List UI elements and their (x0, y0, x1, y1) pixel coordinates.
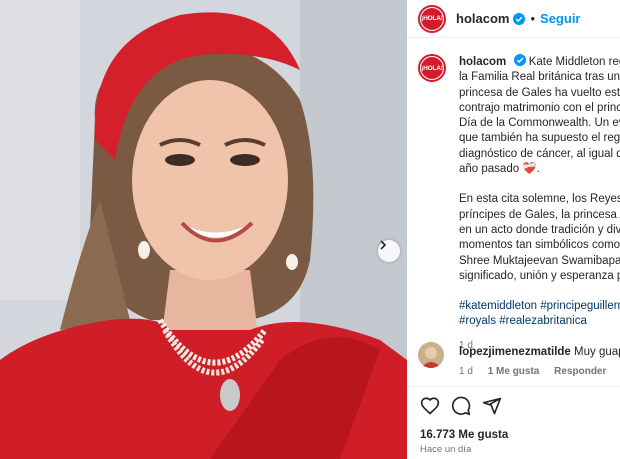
comment-icon[interactable] (451, 396, 471, 416)
avatar-logo-text: ¡HOLA! (421, 7, 443, 30)
author-username[interactable]: holacom (456, 11, 509, 26)
comment-meta: 1 d 1 Me gusta Responder (459, 366, 618, 377)
reply-button[interactable]: Responder (554, 366, 606, 377)
caption-line: En esta cita solemne, los Reyes ha (459, 193, 620, 206)
commenter-avatar[interactable] (418, 342, 444, 368)
author-avatar[interactable]: ¡HOLA! (418, 4, 446, 33)
verified-badge-icon (513, 54, 526, 66)
caption-line: Shree Muktajeevan Swamibapa P (459, 254, 620, 267)
caption-username[interactable]: holacom (459, 56, 506, 68)
caption-line: príncipes de Gales, la princesa An (459, 208, 620, 221)
caption-line: princesa de Gales ha vuelto este l (459, 86, 620, 99)
likes-count[interactable]: 16.773 Me gusta (420, 429, 508, 441)
comment-body: lopezjimenezmatilde Muy guapa (459, 346, 620, 358)
verified-badge-icon (513, 12, 526, 25)
post-time: Hace un día (420, 444, 472, 455)
caption-line: contrajo matrimonio con el princi (459, 101, 620, 114)
caption-line: que también ha supuesto el regre (459, 132, 620, 145)
caption-line: en un acto donde tradición y dive (459, 223, 620, 236)
hashtags[interactable]: #katemiddleton #principeguillerm #royals… (459, 299, 620, 330)
caption-text: holacom Kate Middleton regre la Familia … (459, 54, 620, 353)
caption-line: año pasado ❤️‍🩹. (459, 163, 540, 176)
share-icon[interactable] (482, 396, 502, 416)
post-photo (0, 0, 407, 459)
hashtag-line[interactable]: #katemiddleton #principeguillerm (459, 299, 620, 314)
chevron-right-icon (380, 240, 387, 250)
commenter-username[interactable]: lopezjimenezmatilde (459, 346, 571, 358)
caption-line: significado, unión y esperanza pa (459, 269, 620, 282)
comment-time: 1 d (459, 366, 473, 377)
heart-icon[interactable] (420, 396, 440, 416)
action-bar (407, 386, 620, 422)
comment-likes[interactable]: 1 Me gusta (488, 366, 540, 377)
follow-button[interactable]: Seguir (540, 11, 580, 26)
caption-line: diagnóstico de cáncer, al igual qu (459, 147, 620, 160)
caption-line: Día de la Commonwealth. Un eve (459, 117, 620, 130)
caption-line: la Familia Real británica tras un añ (459, 71, 620, 84)
comment-text: Muy guapa (574, 346, 620, 358)
hashtag-line[interactable]: #royals #realezabritanica (459, 314, 620, 329)
post-media[interactable] (0, 0, 407, 459)
caption-avatar[interactable]: ¡HOLA! (418, 54, 446, 82)
post-header: ¡HOLA! holacom • Seguir (407, 0, 620, 38)
post-sidebar: ¡HOLA! holacom • Seguir ¡HOLA! holacom K… (407, 0, 620, 459)
avatar-logo-text: ¡HOLA! (421, 57, 443, 79)
caption-line: momentos tan simbólicos como l (459, 239, 620, 252)
avatar-photo (418, 342, 444, 368)
next-photo-button[interactable] (378, 240, 400, 262)
caption-line: Kate Middleton regre (528, 56, 620, 68)
separator-dot: • (530, 11, 536, 26)
